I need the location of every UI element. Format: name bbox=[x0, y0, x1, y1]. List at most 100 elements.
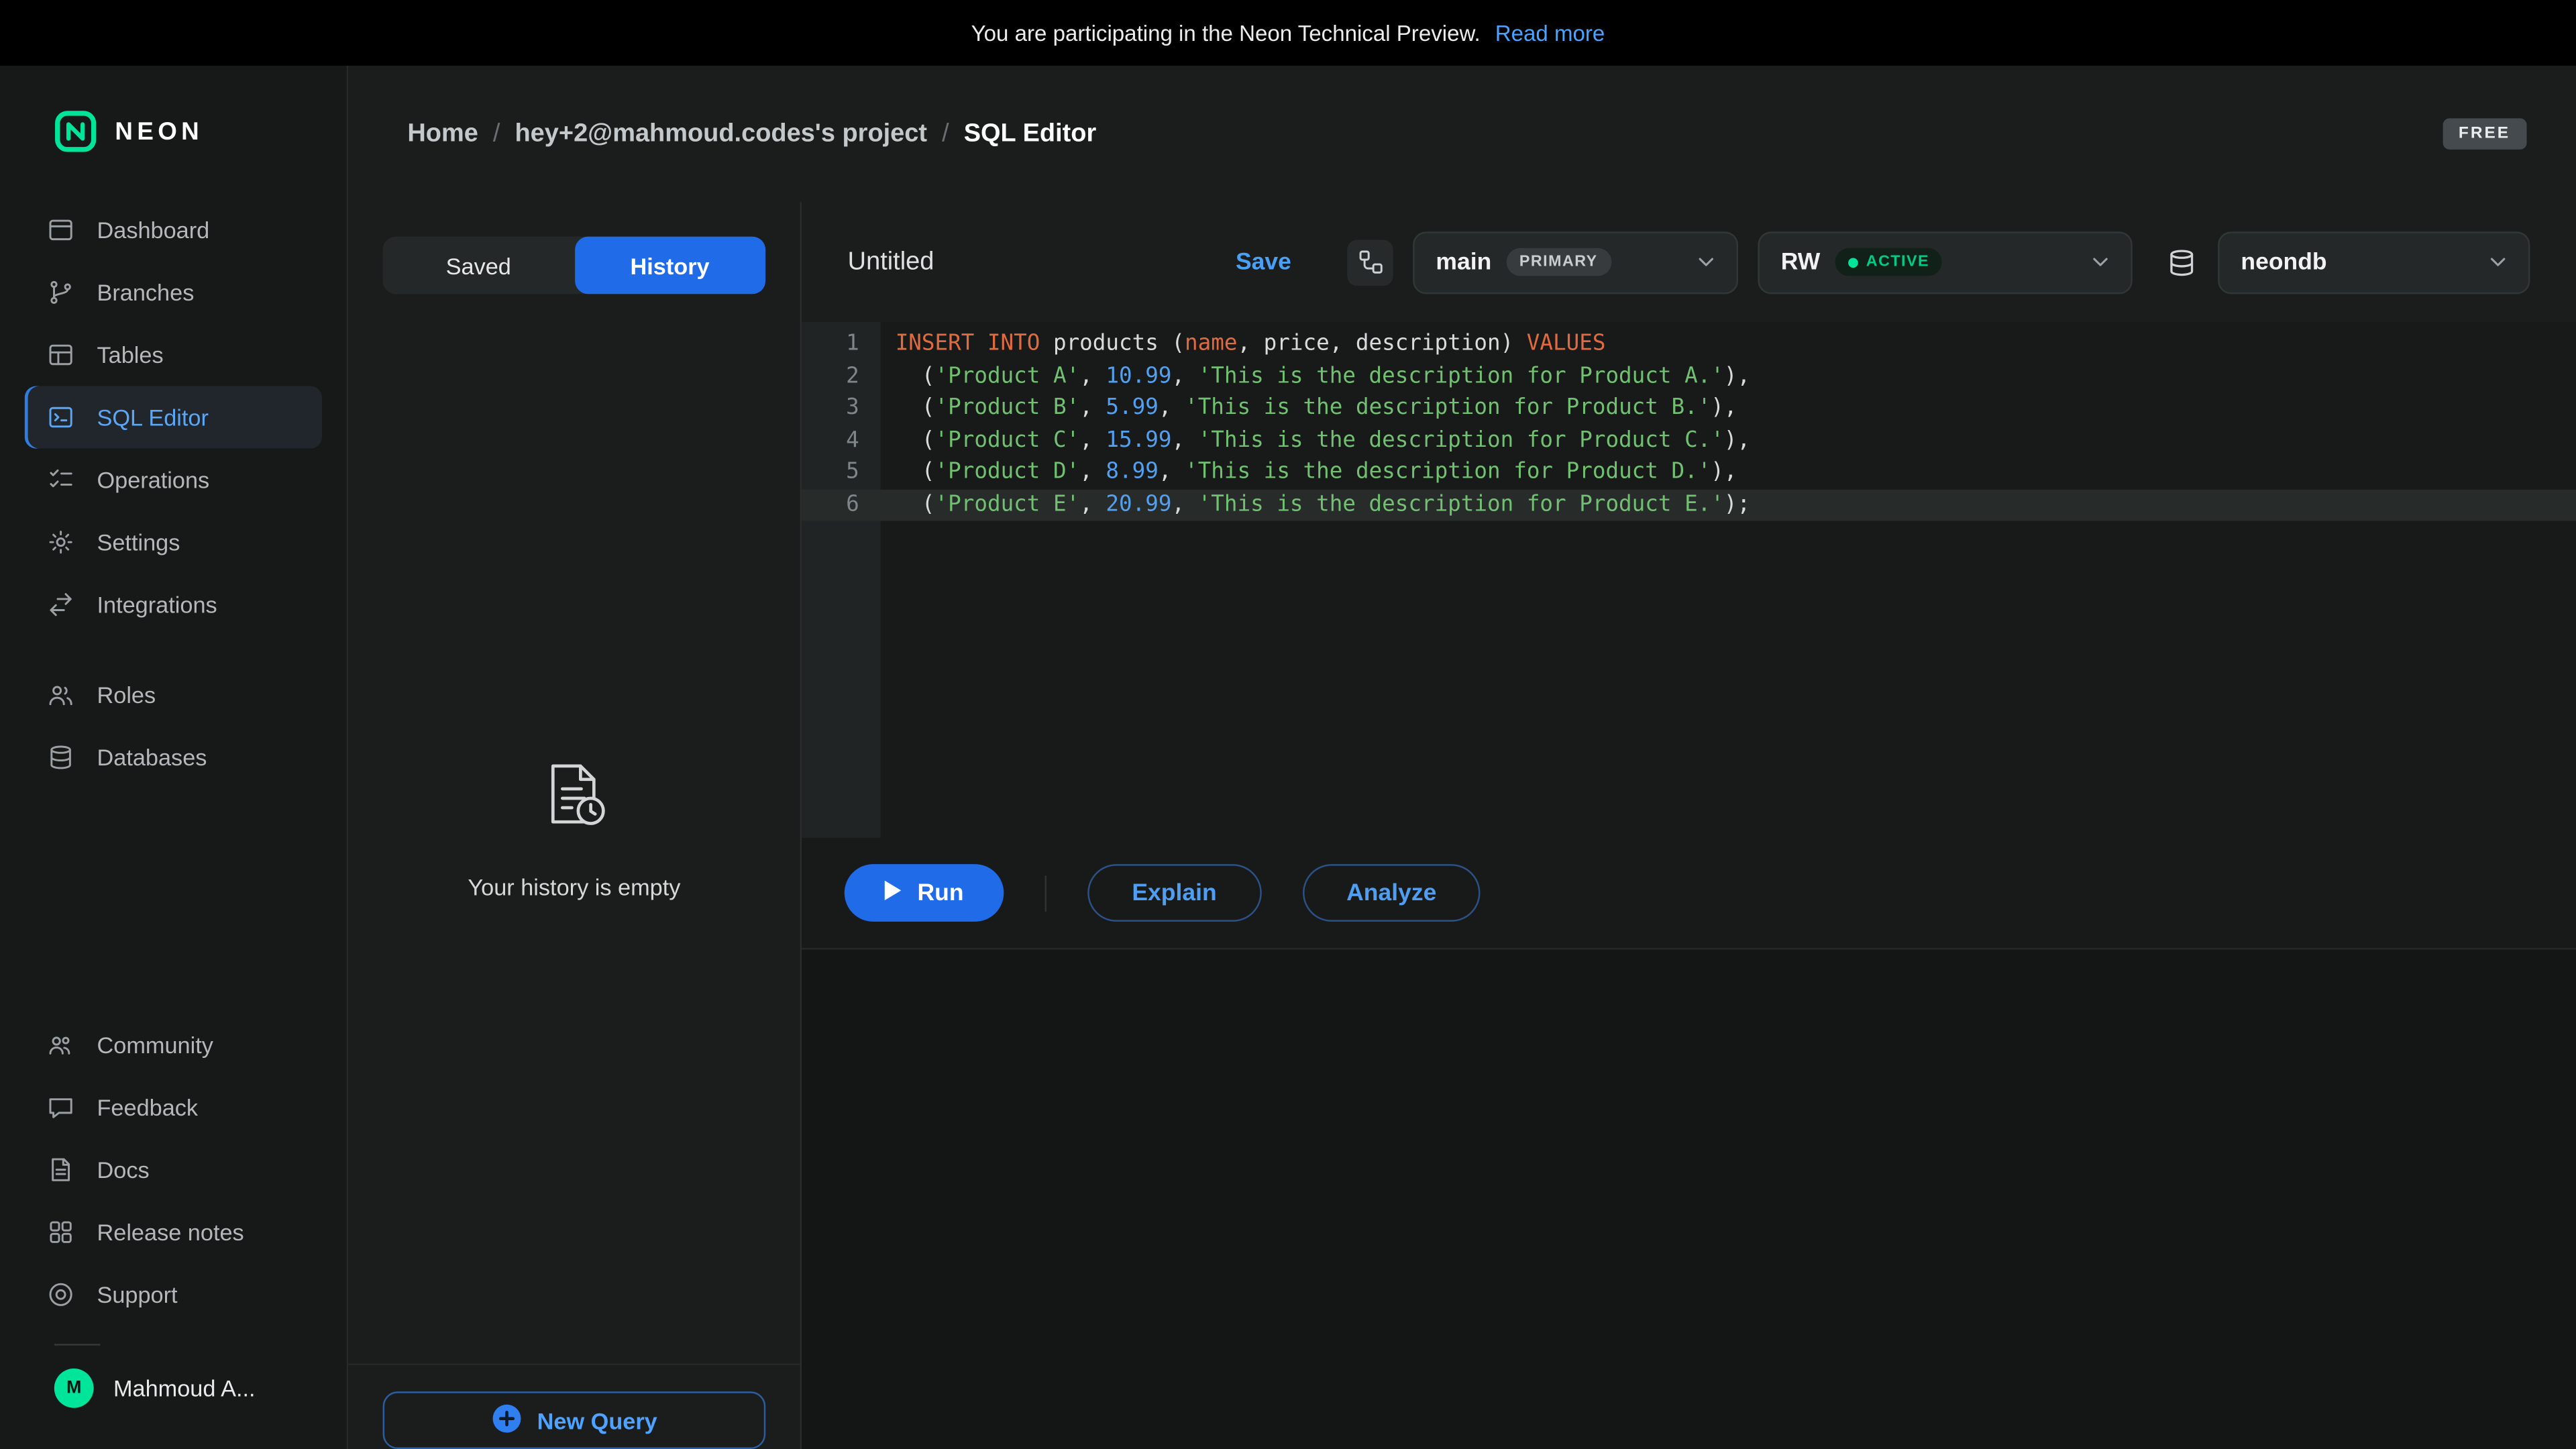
breadcrumb: Home / hey+2@mahmoud.codes's project / S… bbox=[407, 119, 1096, 149]
sidebar-item-docs[interactable]: Docs bbox=[25, 1138, 322, 1201]
plan-badge: FREE bbox=[2442, 118, 2526, 150]
new-query-label: New Query bbox=[537, 1407, 657, 1434]
community-icon bbox=[46, 1030, 76, 1060]
line-number: 3 bbox=[802, 392, 881, 425]
compute-name: RW bbox=[1781, 249, 1821, 275]
history-panel-footer: New Query bbox=[348, 1364, 800, 1449]
saved-history-tabs: Saved History bbox=[383, 237, 766, 294]
sidebar-item-support[interactable]: Support bbox=[25, 1263, 322, 1326]
code-line[interactable]: 4 ('Product C', 15.99, 'This is the desc… bbox=[802, 425, 2576, 457]
sidebar-item-tables[interactable]: Tables bbox=[25, 323, 322, 386]
line-number: 2 bbox=[802, 361, 881, 393]
speech-bubble-icon bbox=[46, 1093, 76, 1122]
breadcrumb-separator: / bbox=[942, 119, 949, 149]
chevron-down-icon bbox=[1694, 250, 1719, 274]
line-number: 4 bbox=[802, 425, 881, 457]
editor-toolbar: Untitled Save main PRIMARY bbox=[802, 202, 2576, 322]
divider bbox=[1045, 875, 1046, 911]
sidebar-nav-data: Roles Databases bbox=[0, 663, 347, 788]
run-button[interactable]: Run bbox=[845, 864, 1004, 922]
sidebar-item-integrations[interactable]: Integrations bbox=[25, 574, 322, 636]
database-name: neondb bbox=[2241, 249, 2326, 275]
code-line[interactable]: 6 ('Product E', 20.99, 'This is the desc… bbox=[802, 489, 2576, 521]
branch-icon bbox=[46, 278, 76, 307]
user-name: Mahmoud A... bbox=[113, 1375, 256, 1401]
status-dot bbox=[1848, 257, 1858, 267]
query-title: Untitled bbox=[848, 248, 934, 277]
code-line[interactable]: 1INSERT INTO products (name, price, desc… bbox=[802, 329, 2576, 361]
schema-diagram-button[interactable] bbox=[1347, 239, 1393, 285]
sidebar-item-release-notes[interactable]: Release notes bbox=[25, 1201, 322, 1263]
play-icon bbox=[885, 879, 903, 906]
plus-circle-icon bbox=[491, 1402, 523, 1438]
dashboard-icon bbox=[46, 215, 76, 245]
integrations-icon bbox=[46, 590, 76, 619]
neon-logo-icon bbox=[54, 110, 97, 153]
editor-actions-bar: Run Explain Analyze bbox=[802, 838, 2576, 950]
sidebar-item-community[interactable]: Community bbox=[25, 1014, 322, 1076]
line-number: 1 bbox=[802, 329, 881, 361]
tab-history[interactable]: History bbox=[574, 237, 765, 294]
code-line[interactable]: 3 ('Product B', 5.99, 'This is the descr… bbox=[802, 392, 2576, 425]
database-icon bbox=[2165, 246, 2198, 278]
sidebar-item-branches[interactable]: Branches bbox=[25, 261, 322, 323]
history-empty-text: Your history is empty bbox=[468, 874, 680, 900]
chevron-down-icon bbox=[2088, 250, 2113, 274]
code-line[interactable]: 2 ('Product A', 10.99, 'This is the desc… bbox=[802, 361, 2576, 393]
history-panel: Saved History Your history is empty bbox=[348, 202, 802, 1449]
breadcrumb-home[interactable]: Home bbox=[407, 119, 478, 149]
branch-select[interactable]: main PRIMARY bbox=[1413, 231, 1738, 293]
checklist-icon bbox=[46, 465, 76, 494]
sql-code-editor[interactable]: 1INSERT INTO products (name, price, desc… bbox=[802, 322, 2576, 838]
sql-editor-section: Untitled Save main PRIMARY bbox=[802, 202, 2576, 1449]
code-lines: 1INSERT INTO products (name, price, desc… bbox=[802, 322, 2576, 521]
database-select[interactable]: neondb bbox=[2218, 231, 2530, 293]
brand[interactable]: NEON bbox=[0, 66, 347, 199]
active-badge: ACTIVE bbox=[1835, 248, 1942, 276]
database-icon bbox=[46, 743, 76, 772]
sidebar-nav: Dashboard Branches Tables SQL Editor Ope… bbox=[0, 199, 347, 635]
avatar: M bbox=[54, 1368, 94, 1408]
history-empty-state: Your history is empty bbox=[348, 294, 800, 1363]
table-icon bbox=[46, 340, 76, 370]
results-area bbox=[802, 950, 2576, 1449]
grid-icon bbox=[46, 1218, 76, 1247]
compute-select[interactable]: RW ACTIVE bbox=[1758, 231, 2132, 293]
sidebar-item-sql-editor[interactable]: SQL Editor bbox=[25, 386, 322, 449]
breadcrumb-project[interactable]: hey+2@mahmoud.codes's project bbox=[515, 119, 927, 149]
document-icon bbox=[46, 1155, 76, 1185]
new-query-button[interactable]: New Query bbox=[383, 1391, 766, 1449]
preview-banner: You are participating in the Neon Techni… bbox=[0, 0, 2576, 66]
line-number: 5 bbox=[802, 457, 881, 489]
read-more-link[interactable]: Read more bbox=[1495, 21, 1605, 46]
sidebar-item-dashboard[interactable]: Dashboard bbox=[25, 199, 322, 261]
primary-badge: PRIMARY bbox=[1506, 248, 1611, 276]
analyze-button[interactable]: Analyze bbox=[1302, 864, 1481, 922]
users-icon bbox=[46, 680, 76, 710]
sql-editor-icon bbox=[46, 402, 76, 432]
sidebar-item-databases[interactable]: Databases bbox=[25, 726, 322, 788]
sidebar-item-settings[interactable]: Settings bbox=[25, 511, 322, 574]
history-empty-icon bbox=[537, 757, 612, 841]
sidebar-spacer bbox=[0, 789, 347, 1014]
chevron-down-icon bbox=[2485, 250, 2510, 274]
sidebar-nav-footer: Community Feedback Docs Release notes Su… bbox=[0, 1014, 347, 1326]
explain-button[interactable]: Explain bbox=[1087, 864, 1261, 922]
page-header: Home / hey+2@mahmoud.codes's project / S… bbox=[348, 66, 2576, 202]
breadcrumb-current: SQL Editor bbox=[964, 119, 1097, 149]
lifebuoy-icon bbox=[46, 1280, 76, 1309]
tab-saved[interactable]: Saved bbox=[383, 237, 574, 294]
code-line[interactable]: 5 ('Product D', 8.99, 'This is the descr… bbox=[802, 457, 2576, 489]
sidebar-item-feedback[interactable]: Feedback bbox=[25, 1076, 322, 1138]
line-number: 6 bbox=[802, 489, 881, 521]
app-window: You are participating in the Neon Techni… bbox=[0, 0, 2576, 1449]
sidebar-item-roles[interactable]: Roles bbox=[25, 663, 322, 726]
banner-text: You are participating in the Neon Techni… bbox=[971, 21, 1481, 46]
sidebar: NEON Dashboard Branches Tables SQL Edi bbox=[0, 66, 348, 1449]
sidebar-item-operations[interactable]: Operations bbox=[25, 449, 322, 511]
user-menu[interactable]: M Mahmoud A... bbox=[0, 1346, 347, 1408]
brand-name: NEON bbox=[115, 117, 203, 146]
breadcrumb-separator: / bbox=[493, 119, 500, 149]
branch-name: main bbox=[1436, 249, 1491, 275]
save-button[interactable]: Save bbox=[1236, 249, 1291, 275]
